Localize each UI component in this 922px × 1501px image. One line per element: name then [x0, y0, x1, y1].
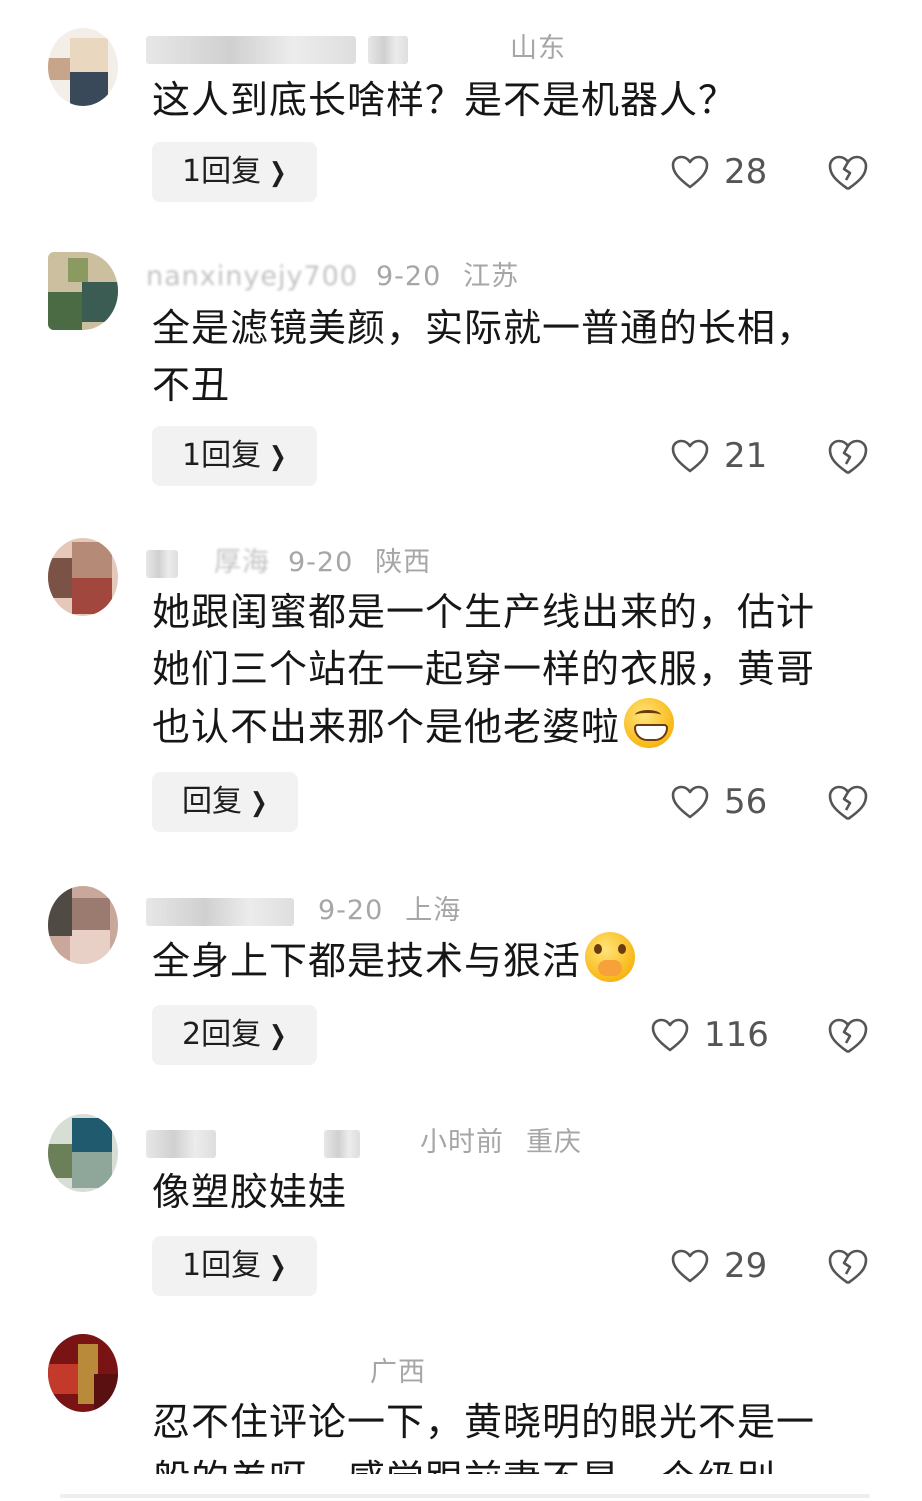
broken-heart-icon[interactable]: [826, 434, 870, 478]
like-count: 29: [724, 1246, 768, 1286]
comment-location: 广西: [370, 1357, 426, 1388]
reply-button[interactable]: 1回复 ❯: [152, 142, 317, 202]
comment-text: 全是滤镜美颜，实际就一普通的长相，不丑: [152, 306, 816, 407]
comment-date: 9-20: [318, 895, 384, 926]
comment-date: 9-20: [288, 547, 354, 578]
broken-heart-icon[interactable]: [826, 150, 870, 194]
comment-text-content: 她跟闺蜜都是一个生产线出来的，估计她们三个站在一起穿一样的衣服，黄哥也认不出来那…: [152, 590, 816, 749]
comment-location: 陕西: [375, 547, 432, 578]
broken-heart-icon[interactable]: [826, 780, 870, 824]
comment-location: 山东: [510, 33, 566, 64]
like-button[interactable]: 56: [670, 777, 767, 827]
reply-button[interactable]: 1回复 ❯: [152, 426, 317, 486]
heart-outline-icon: [671, 785, 709, 819]
comment-text: 全身上下都是技术与狠活: [152, 932, 862, 990]
reply-label: 1回复: [182, 154, 262, 189]
avatar[interactable]: [48, 886, 118, 964]
avatar[interactable]: [48, 1114, 118, 1192]
comment-meta: 山东: [146, 26, 566, 64]
reply-label: 1回复: [182, 1248, 262, 1283]
chevron-right-icon: ❯: [269, 158, 287, 188]
avatar[interactable]: [48, 1334, 118, 1412]
heart-outline-icon: [671, 1249, 709, 1283]
like-button[interactable]: 116: [650, 1010, 769, 1060]
chevron-right-icon: ❯: [250, 788, 268, 818]
author-name-blurred[interactable]: [146, 897, 294, 926]
comment-meta: 厚海 9-20 陕西: [146, 540, 431, 578]
comment-text: 忍不住评论一下，黄晓明的眼光不是一般的差呀，感觉跟前妻不是一个级别: [152, 1394, 852, 1474]
like-button[interactable]: 21: [670, 431, 767, 481]
like-count: 21: [724, 436, 768, 476]
bottom-divider: [60, 1494, 870, 1498]
author-name-blurred[interactable]: [146, 1129, 216, 1158]
comment-meta: 9-20 上海: [146, 888, 461, 926]
heart-outline-icon: [671, 439, 709, 473]
chevron-right-icon: ❯: [269, 442, 287, 472]
comment-meta: 广西: [146, 1350, 426, 1388]
comment-date: 9-20: [375, 261, 442, 292]
comment-text: 这人到底长啥样？是不是机器人？: [152, 78, 738, 122]
comment-text: 她跟闺蜜都是一个生产线出来的，估计她们三个站在一起穿一样的衣服，黄哥也认不出来那…: [152, 584, 852, 756]
avatar[interactable]: [48, 538, 118, 616]
comment-text: 像塑胶娃娃: [152, 1170, 348, 1214]
comment-location: 江苏: [463, 261, 520, 292]
comment-date: 小时前: [420, 1127, 504, 1158]
broken-heart-icon[interactable]: [826, 1013, 870, 1057]
like-button[interactable]: 29: [670, 1241, 767, 1291]
broken-heart-icon[interactable]: [826, 1244, 870, 1288]
reply-label: 回复: [182, 784, 242, 819]
reply-label: 1回复: [182, 438, 262, 473]
reply-button[interactable]: 2回复 ❯: [152, 1005, 317, 1065]
like-count: 28: [724, 152, 768, 192]
comment-text-content: 全身上下都是技术与狠活: [152, 939, 582, 983]
author-name-blurred[interactable]: [146, 35, 356, 64]
shy-emoji-icon: [585, 932, 636, 982]
comment-text-content: 忍不住评论一下，黄晓明的眼光不是一般的差呀，感觉跟前妻不是一个级别: [152, 1400, 816, 1474]
comment-meta: nanxinyejy700 9-20 江苏: [146, 254, 519, 292]
avatar[interactable]: [48, 252, 118, 330]
reply-label: 2回复: [182, 1017, 262, 1052]
comment-location: 重庆: [526, 1127, 582, 1158]
reply-button[interactable]: 1回复 ❯: [152, 1236, 317, 1296]
chevron-right-icon: ❯: [269, 1021, 287, 1051]
like-count: 56: [724, 782, 768, 822]
reply-button[interactable]: 回复 ❯: [152, 772, 298, 832]
comment-meta: 小时前 重庆: [146, 1120, 582, 1158]
heart-outline-icon: [671, 155, 709, 189]
chevron-right-icon: ❯: [269, 1252, 287, 1282]
grinning-emoji-icon: [624, 698, 675, 748]
avatar[interactable]: [48, 28, 118, 106]
author-name-blurred[interactable]: 厚海: [214, 547, 270, 578]
like-count: 116: [704, 1015, 769, 1055]
author-name-blurred[interactable]: nanxinyejy700: [146, 261, 358, 292]
heart-outline-icon: [651, 1018, 689, 1052]
like-button[interactable]: 28: [670, 147, 767, 197]
comment-location: 上海: [405, 895, 462, 926]
